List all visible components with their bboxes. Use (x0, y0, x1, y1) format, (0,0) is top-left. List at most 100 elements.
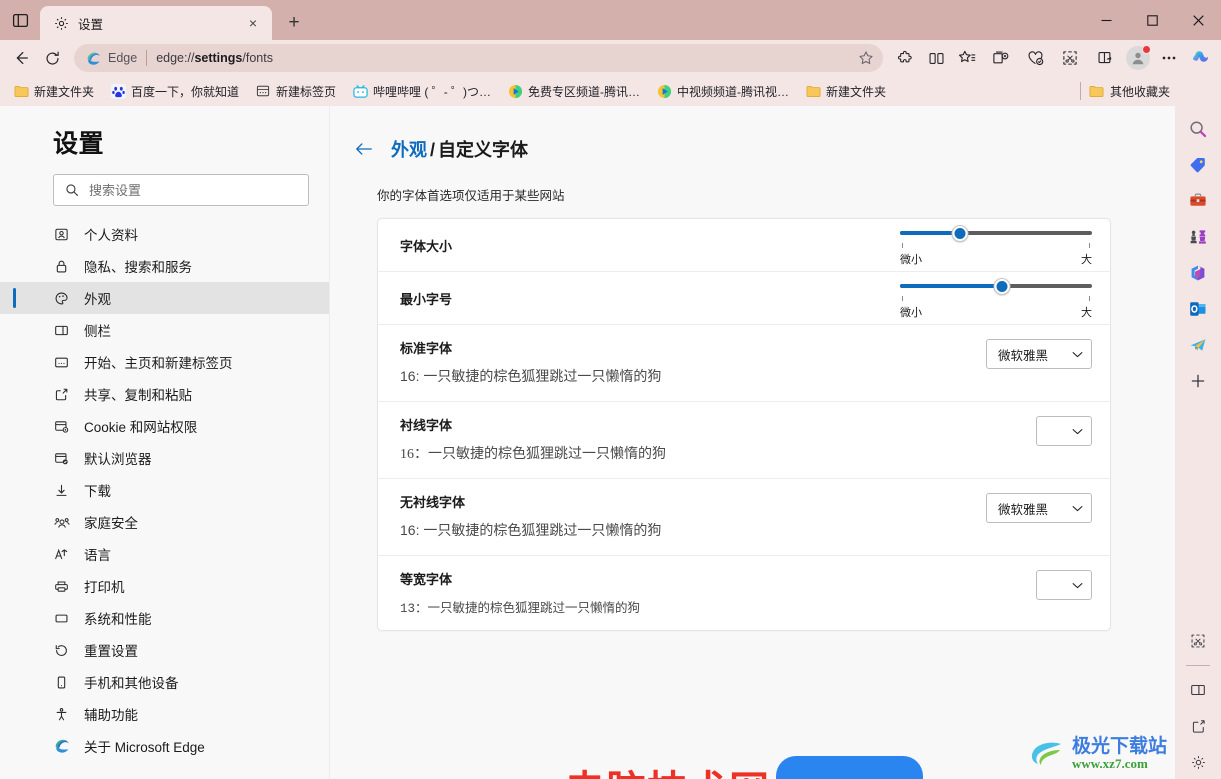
screenshot-icon[interactable] (1181, 624, 1215, 658)
sidebar-item-reset-settings[interactable]: 重置设置 (0, 634, 329, 666)
other-favorites[interactable]: 其他收藏夹 (1079, 80, 1177, 103)
sidebar-item-privacy[interactable]: 隐私、搜索和服务 (0, 250, 329, 282)
sans-serif-font-dropdown[interactable]: 微软雅黑 (986, 493, 1092, 523)
more-options-button[interactable] (1154, 43, 1184, 73)
browser-toolbar: Edge edge://settings/fonts (0, 40, 1221, 76)
extensions-icon[interactable] (890, 43, 920, 73)
sidebar-item-cookies[interactable]: Cookie 和网站权限 (0, 410, 329, 442)
minimum-font-size-slider[interactable]: 微小 大 (900, 272, 1092, 324)
screenshot-icon[interactable] (1053, 43, 1087, 73)
settings-nav-list: 个人资料 隐私、搜索和服务 外观 侧栏 开始、主页和新建标签页 共享、复制和粘贴… (0, 218, 329, 762)
sidebar-item-downloads[interactable]: 下载 (0, 474, 329, 506)
games-icon[interactable] (1181, 220, 1215, 254)
dropdown-value: 微软雅黑 (998, 348, 1049, 363)
add-icon[interactable] (1181, 364, 1215, 398)
tab-actions-button[interactable] (0, 0, 40, 40)
split-screen-icon[interactable] (921, 43, 951, 73)
sidebar-item-label: 辅助功能 (84, 708, 138, 723)
sidebar-item-appearance[interactable]: 外观 (0, 282, 329, 314)
tencent-video-icon (656, 83, 672, 99)
avatar[interactable] (1123, 43, 1153, 73)
sidebar-item-share-copy-paste[interactable]: 共享、复制和粘贴 (0, 378, 329, 410)
copilot-icon[interactable] (1185, 43, 1215, 73)
content-area: 设置 搜索设置 个人资料 隐私、搜索和服务 外观 侧栏 开始、主页和新建标签页 … (0, 106, 1221, 779)
sidebar-item-label: 默认浏览器 (84, 452, 152, 467)
bookmark-item[interactable]: 免费专区频道-腾讯… (500, 80, 647, 103)
split-pane-icon[interactable] (1181, 673, 1215, 707)
sidebar-item-system-performance[interactable]: 系统和性能 (0, 602, 329, 634)
tools-briefcase-icon[interactable] (1181, 184, 1215, 218)
system-icon (53, 611, 70, 626)
telegram-icon[interactable] (1181, 328, 1215, 362)
back-button[interactable] (6, 43, 36, 73)
fixed-width-font-row: 等宽字体 13：一只敏捷的棕色狐狸跳过一只懒惰的狗 (378, 556, 1110, 630)
sidebar-item-sidebar[interactable]: 侧栏 (0, 314, 329, 346)
share-icon[interactable] (1088, 43, 1122, 73)
new-tab-button[interactable]: + (278, 7, 310, 39)
breadcrumb-parent[interactable]: 外观 (391, 140, 427, 160)
sidebar-item-default-browser[interactable]: 默认浏览器 (0, 442, 329, 474)
fixed-width-font-dropdown[interactable] (1036, 570, 1092, 600)
back-arrow-icon[interactable] (355, 140, 373, 158)
bookmark-label: 百度一下，你就知道 (131, 84, 240, 99)
title-bar: 设置 × + (0, 0, 1221, 40)
slider-max-label: 大 (1081, 307, 1092, 319)
omnibox-url[interactable]: edge://settings/fonts (156, 51, 853, 65)
home-icon (53, 355, 70, 370)
accessibility-icon (53, 707, 70, 722)
search-settings-box[interactable] (53, 174, 309, 206)
refresh-button[interactable] (37, 43, 67, 73)
shopping-tag-icon[interactable] (1181, 148, 1215, 182)
browser-essentials-icon[interactable] (1018, 43, 1052, 73)
sidebar-item-printers[interactable]: 打印机 (0, 570, 329, 602)
sidebar-item-profile[interactable]: 个人资料 (0, 218, 329, 250)
settings-gear-icon[interactable] (1181, 745, 1215, 779)
sidebar-item-family-safety[interactable]: 家庭安全 (0, 506, 329, 538)
search-icon[interactable] (1181, 112, 1215, 146)
notification-dot (1142, 45, 1151, 54)
sidebar-icon (53, 323, 70, 338)
sans-serif-font-row: 无衬线字体 16: 一只敏捷的棕色狐狸跳过一只懒惰的狗 微软雅黑 (378, 479, 1110, 556)
bookmark-item[interactable]: 新建标签页 (248, 80, 343, 103)
slider-thumb[interactable] (993, 277, 1011, 295)
page-title: 设置 (53, 130, 105, 158)
font-size-slider[interactable]: 微小 大 (900, 219, 1092, 271)
cookie-icon (53, 419, 70, 434)
browser-tab[interactable]: 设置 × (40, 6, 272, 40)
close-button[interactable] (1175, 0, 1221, 40)
sidebar-item-languages[interactable]: 语言 (0, 538, 329, 570)
maximize-button[interactable] (1129, 0, 1175, 40)
sidebar-item-start-home-newtab[interactable]: 开始、主页和新建标签页 (0, 346, 329, 378)
outlook-icon[interactable] (1181, 292, 1215, 326)
sidebar-item-accessibility[interactable]: 辅助功能 (0, 698, 329, 730)
favorites-icon[interactable] (952, 43, 982, 73)
slider-thumb[interactable] (951, 224, 969, 242)
gear-icon (52, 14, 70, 32)
office-icon[interactable] (1181, 256, 1215, 290)
bookmark-item[interactable]: 新建文件夹 (6, 80, 101, 103)
bookmark-label: 哔哩哔哩 ( ゜- ゜)つ… (373, 84, 492, 99)
breadcrumb-separator: / (430, 140, 436, 160)
bookmark-item[interactable]: 新建文件夹 (798, 80, 893, 103)
search-input[interactable] (89, 182, 298, 198)
window-controls (1083, 0, 1221, 40)
favorite-star-icon[interactable] (853, 45, 879, 71)
bookmark-item[interactable]: 百度一下，你就知道 (103, 80, 246, 103)
folder-icon (13, 83, 29, 99)
breadcrumb-current: 自定义字体 (438, 140, 529, 160)
serif-font-dropdown[interactable] (1036, 416, 1092, 446)
address-bar[interactable]: Edge edge://settings/fonts (74, 44, 883, 72)
bookmark-item[interactable]: 中视频频道-腾讯视… (649, 80, 796, 103)
dropdown-value: 微软雅黑 (998, 502, 1049, 517)
open-external-icon[interactable] (1181, 709, 1215, 743)
standard-font-dropdown[interactable]: 微软雅黑 (986, 339, 1092, 369)
collections-icon[interactable] (983, 43, 1017, 73)
close-icon[interactable]: × (242, 12, 264, 34)
sidebar-item-phone-devices[interactable]: 手机和其他设备 (0, 666, 329, 698)
phone-icon (53, 675, 70, 690)
sidebar-item-about-edge[interactable]: 关于 Microsoft Edge (0, 730, 329, 762)
download-icon (53, 483, 70, 498)
settings-page: 设置 搜索设置 个人资料 隐私、搜索和服务 外观 侧栏 开始、主页和新建标签页 … (0, 106, 1175, 779)
minimize-button[interactable] (1083, 0, 1129, 40)
bookmark-item[interactable]: 哔哩哔哩 ( ゜- ゜)つ… (345, 80, 498, 103)
